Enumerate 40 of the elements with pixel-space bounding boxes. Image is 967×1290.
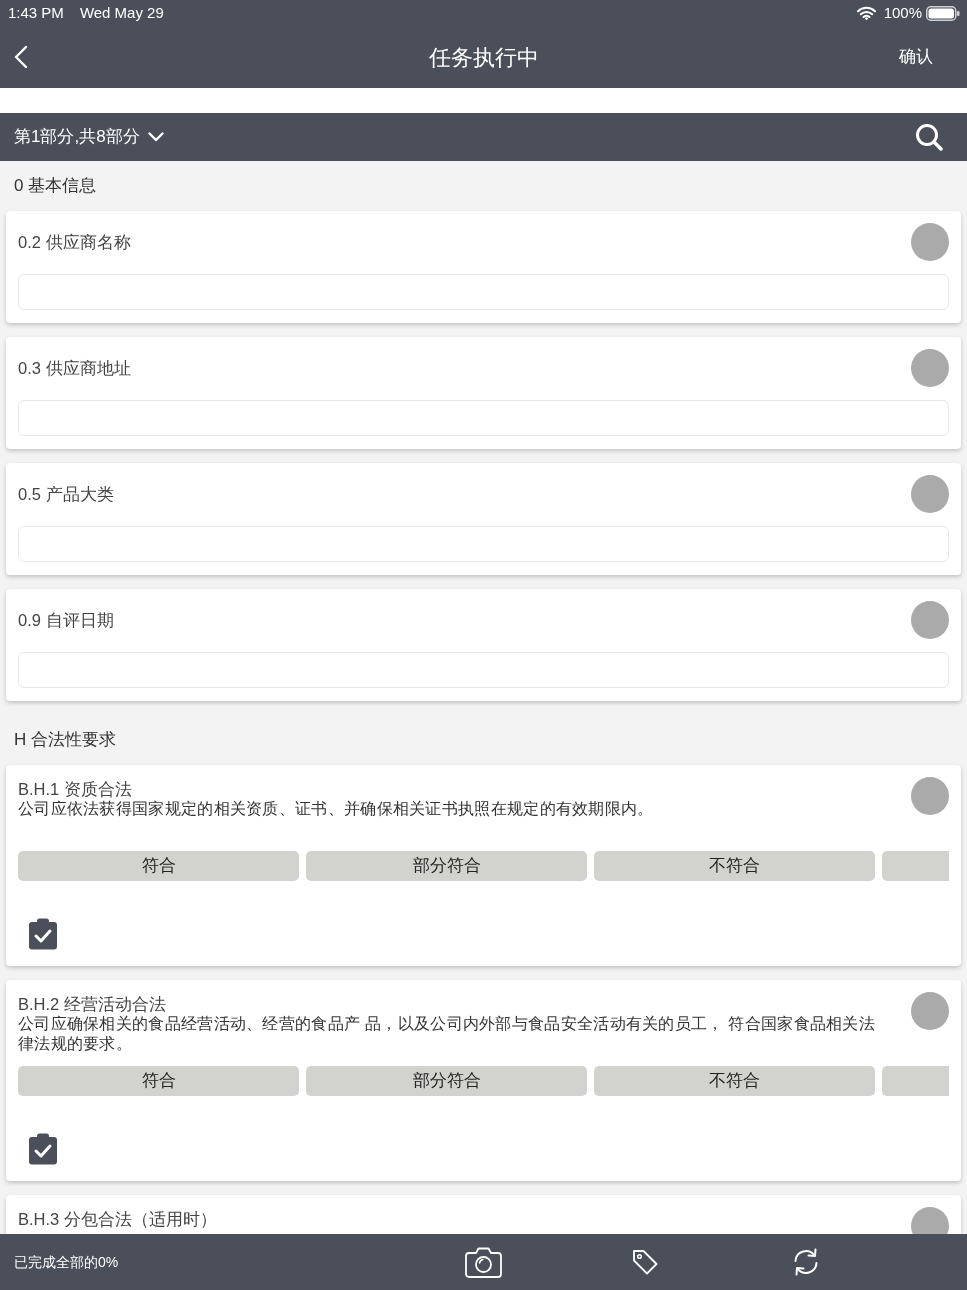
section-heading: 0 基本信息 — [13, 175, 98, 198]
clipboard-check-icon[interactable] — [28, 918, 58, 950]
question-label: B.H.2 经营活动合法 — [18, 994, 167, 1014]
status-circle-icon — [911, 223, 949, 261]
section-heading: H 合法性要求 — [13, 729, 117, 752]
question-label: 0.5 产品大类 — [18, 483, 114, 505]
back-icon[interactable] — [14, 45, 28, 69]
clipboard-check-icon[interactable] — [28, 1133, 58, 1165]
confirm-button[interactable]: 确认 — [887, 40, 945, 74]
status-circle-icon — [911, 475, 949, 513]
wifi-icon — [856, 6, 876, 20]
status-circle-icon — [911, 992, 949, 1030]
status-circle-icon — [911, 601, 949, 639]
answer-option[interactable]: 部分符合 — [306, 851, 587, 881]
tag-icon[interactable] — [631, 1249, 658, 1275]
status-circle-icon — [911, 1207, 949, 1234]
battery-icon — [926, 5, 960, 21]
status-circle-icon — [911, 777, 949, 815]
answer-option[interactable]: 不符合 — [594, 1066, 875, 1096]
camera-icon[interactable] — [465, 1246, 502, 1278]
battery-percent: 100% — [883, 2, 922, 23]
page-title: 任务执行中 — [428, 43, 539, 72]
status-date: Wed May 29 — [79, 2, 164, 23]
status-circle-icon — [911, 349, 949, 387]
question-label: B.H.1 资质合法 — [18, 779, 133, 799]
search-icon[interactable] — [915, 123, 943, 151]
answer-option[interactable]: 符合 — [18, 1066, 299, 1096]
part-dropdown[interactable]: 第1部分,共8部分 — [14, 124, 164, 150]
question-description: 公司应依法获得国家规定的相关资质、证书、并确保相关证书执照在规定的有效期限内。 — [18, 799, 654, 819]
status-time: 1:43 PM — [8, 2, 64, 23]
question-description: 公司应确保相关的食品经营活动、经营的食品产 品，以及公司内外部与食品安全活动有关的员工， 符合国家食品相关法律法规的要求。 — [18, 1014, 877, 1054]
question-label: 0.3 供应商地址 — [18, 357, 131, 379]
chevron-down-icon — [147, 132, 164, 142]
answer-option[interactable]: 部分符合 — [306, 1066, 587, 1096]
question-label: 0.2 供应商名称 — [18, 231, 131, 253]
answer-option[interactable]: 符合 — [18, 851, 299, 881]
question-label: 0.9 自评日期 — [18, 609, 114, 631]
question-label: B.H.3 分包合法（适用时） — [18, 1209, 217, 1229]
answer-option[interactable]: 不符合 — [594, 851, 875, 881]
progress-text: 已完成全部的0% — [13, 1252, 119, 1272]
